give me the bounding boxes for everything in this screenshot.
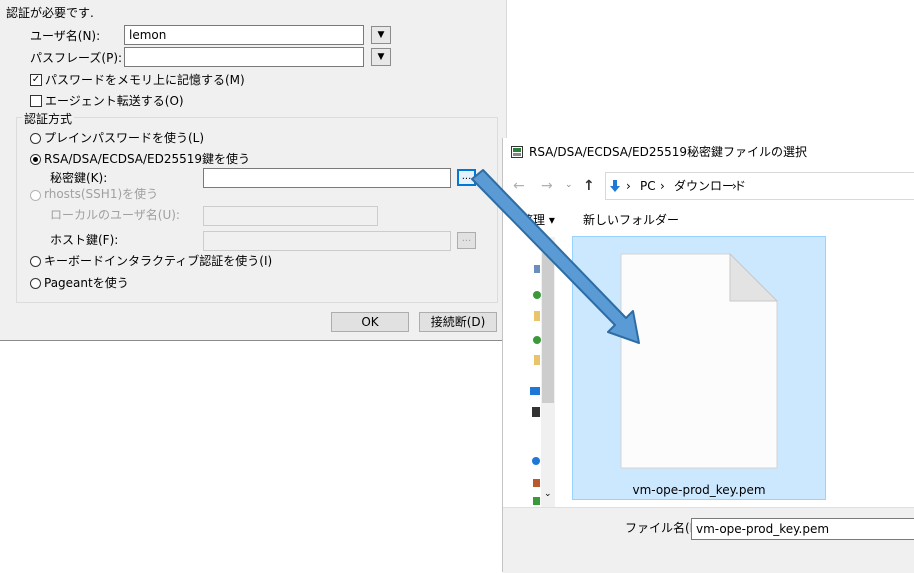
auth-method-group-label: 認証方式 [22,111,75,127]
file-open-dialog: RSA/DSA/ECDSA/ED25519秘密鍵ファイルの選択 ← → ⌄ ↑ … [502,138,914,573]
passphrase-field[interactable] [124,47,364,67]
method-rsa-label: RSA/DSA/ECDSA/ED25519鍵を使う [44,152,251,166]
local-user-label: ローカルのユーザ名(U): [50,208,180,222]
method-pageant-label: Pageantを使う [44,276,129,290]
new-folder-button[interactable]: 新しいフォルダー [583,212,679,228]
local-user-field[interactable] [203,206,378,226]
file-dialog-title: RSA/DSA/ECDSA/ED25519秘密鍵ファイルの選択 [529,145,808,159]
chevron-down-icon[interactable]: ⌄ [565,180,573,190]
file-dialog-footer: ファイル名(N): vm-ope-prod_key.pem [503,507,914,573]
ok-button[interactable]: OK [331,312,409,332]
nav-pane-scrollbar[interactable]: ⌃ ⌄ [541,237,555,507]
method-keyboard-label: キーボードインタラクティブ認証を使う(I) [44,254,273,268]
host-key-browse-button[interactable]: ... [457,232,476,249]
host-key-field[interactable] [203,231,451,251]
arrow-left-icon[interactable]: ← [513,178,525,194]
method-rhosts-label: rhosts(SSH1)を使う [44,187,159,201]
private-key-browse-button[interactable]: ... [457,169,476,186]
passphrase-label: パスフレーズ(P): [30,51,123,65]
breadcrumb-separator: › [626,179,631,193]
agent-forward-checkbox[interactable] [30,95,42,107]
app-icon [511,146,523,158]
document-icon [620,253,778,469]
checkmark-icon: ✓ [31,74,41,85]
filename-input[interactable]: vm-ope-prod_key.pem [691,518,914,540]
scroll-down-icon[interactable]: ⌄ [544,489,552,499]
remember-password-label: パスワードをメモリ上に記憶する(M) [45,73,245,87]
triangle-down-icon: ▼ [377,52,385,62]
method-plain-radio[interactable] [30,133,41,144]
method-rsa-radio[interactable] [30,154,41,165]
host-key-label: ホスト鍵(F): [50,233,119,247]
auth-header: 認証が必要です. [6,6,94,20]
auth-dialog: 認証が必要です. ユーザ名(N): lemon ▼ パスフレーズ(P): ▼ ✓… [0,0,507,341]
agent-forward-label: エージェント転送する(O) [45,94,184,108]
private-key-field[interactable] [203,168,451,188]
file-item-selected[interactable]: vm-ope-prod_key.pem [572,236,826,500]
private-key-label: 秘密鍵(K): [50,171,108,185]
passphrase-dropdown-button[interactable]: ▼ [371,48,391,66]
breadcrumb-separator: › [660,179,665,193]
username-label: ユーザ名(N): [30,29,101,43]
username-field[interactable]: lemon [124,25,364,45]
remember-password-checkbox[interactable]: ✓ [30,74,42,86]
triangle-down-icon: ▼ [377,30,385,40]
organize-button[interactable]: 整理 ▾ [521,212,555,228]
method-keyboard-radio[interactable] [30,256,41,267]
breadcrumb-pc[interactable]: PC [640,178,656,194]
disconnect-button[interactable]: 接続断(D) [419,312,497,332]
method-pageant-radio[interactable] [30,278,41,289]
breadcrumb-separator: › [732,179,737,193]
arrow-right-icon[interactable]: → [541,178,553,194]
method-plain-label: プレインパスワードを使う(L) [44,131,205,145]
scroll-up-icon[interactable]: ⌃ [544,239,552,249]
username-dropdown-button[interactable]: ▼ [371,26,391,44]
address-bar[interactable]: › PC › ダウンロード › [605,172,914,200]
download-arrow-icon [610,180,620,192]
method-rhosts-radio[interactable] [30,190,41,201]
nav-pane-icons [530,265,541,505]
arrow-up-icon[interactable]: ↑ [583,178,595,194]
file-name-label: vm-ope-prod_key.pem [632,483,766,497]
scrollbar-thumb[interactable] [542,253,554,403]
navigation-pane[interactable] [527,237,542,507]
